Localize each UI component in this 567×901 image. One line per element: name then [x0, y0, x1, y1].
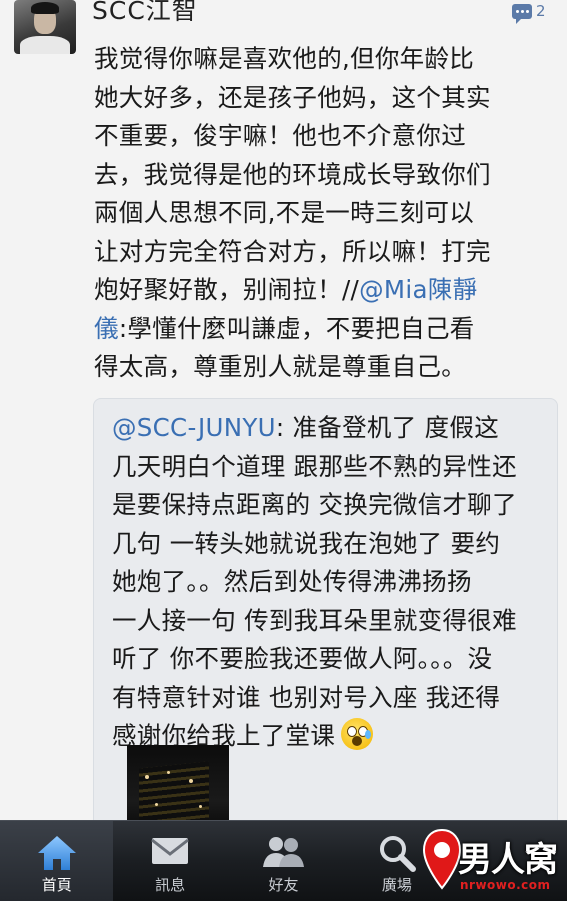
- repost-text: @SCC-JUNYU: 准备登机了 度假这 几天明白个道理 跟那些不熟的异性还 …: [112, 409, 552, 756]
- comment-count: 2: [536, 2, 546, 20]
- repost-card[interactable]: @SCC-JUNYU: 准备登机了 度假这 几天明白个道理 跟那些不熟的异性还 …: [93, 398, 558, 840]
- tab-home[interactable]: 首頁: [0, 821, 114, 901]
- post-line-with-mention: 炮好聚好散，别闹拉！//@Mia陳靜: [94, 271, 544, 310]
- tab-messages[interactable]: 訊息: [113, 821, 226, 901]
- repost-line: 有特意针对谁 也别对号入座 我还得: [112, 682, 501, 712]
- post-line: 兩個人思想不同,不是一時三刻可以: [94, 198, 475, 227]
- tab-home-label: 首頁: [41, 876, 72, 894]
- post-line: 不重要，俊宇嘛！他也不介意你过: [94, 121, 466, 150]
- post-line-text: 炮好聚好散，别闹拉！//: [94, 275, 360, 304]
- watermark-logo: 男人窝 nrwowo.com: [422, 826, 567, 900]
- username[interactable]: SCC江智: [92, 0, 198, 26]
- mention-link[interactable]: @Mia陳靜: [359, 275, 477, 304]
- mention-link-cont[interactable]: 儀: [94, 314, 119, 343]
- watermark-url: nrwowo.com: [460, 878, 551, 892]
- repost-line: 她炮了。。然后到处传得沸沸扬扬: [112, 567, 472, 596]
- avatar[interactable]: [14, 0, 76, 54]
- post-line-quote: 儀:學懂什麼叫謙虛，不要把自己看: [94, 310, 544, 349]
- post-line: 去，我觉得是他的环境成长导致你们: [94, 159, 491, 189]
- watermark-brand: 男人窝: [458, 840, 558, 880]
- tab-messages-label: 訊息: [155, 876, 186, 894]
- home-icon: [36, 833, 78, 877]
- post-line: 得太高，尊重別人就是尊重自己。: [94, 352, 466, 381]
- post-line: 让对方完全符合对方，所以嘛！打完: [94, 236, 491, 266]
- repost-line: 是要保持点距离的 交换完微信才聊了: [112, 490, 517, 519]
- repost-line: 几句 一转头她就说我在泡她了 要约: [112, 528, 501, 558]
- repost-author-link[interactable]: @SCC-JUNYU: [112, 413, 276, 442]
- friends-icon: [259, 833, 307, 873]
- post-text: 我觉得你嘛是喜欢他的,但你年龄比 她大好多，还是孩子他妈，这个其实 不重要，俊宇…: [94, 40, 544, 387]
- tab-friends-label: 好友: [268, 876, 299, 894]
- repost-first-text: : 准备登机了 度假这: [275, 413, 499, 442]
- tab-friends[interactable]: 好友: [227, 821, 340, 901]
- comment-count-badge[interactable]: 2: [512, 2, 546, 24]
- envelope-icon: [149, 833, 191, 873]
- crying-face-emoji-icon: [341, 718, 374, 750]
- search-icon: [377, 833, 417, 877]
- repost-line: 听了 你不要脸我还要做人阿。。。没: [112, 644, 493, 673]
- repost-line: 一人接一句 传到我耳朵里就变得很难: [112, 605, 517, 635]
- repost-line: 几天明白个道理 跟那些不熟的异性还: [112, 451, 517, 481]
- comment-bubble-icon: [512, 3, 532, 24]
- location-pin-logo-icon: [422, 828, 462, 890]
- post-line: 她大好多，还是孩子他妈，这个其实: [94, 82, 491, 112]
- quote-text: :學懂什麼叫謙虛，不要把自己看: [118, 313, 475, 343]
- repost-first-line: @SCC-JUNYU: 准备登机了 度假这: [112, 409, 552, 448]
- post-line: 我觉得你嘛是喜欢他的,但你年龄比: [94, 44, 475, 73]
